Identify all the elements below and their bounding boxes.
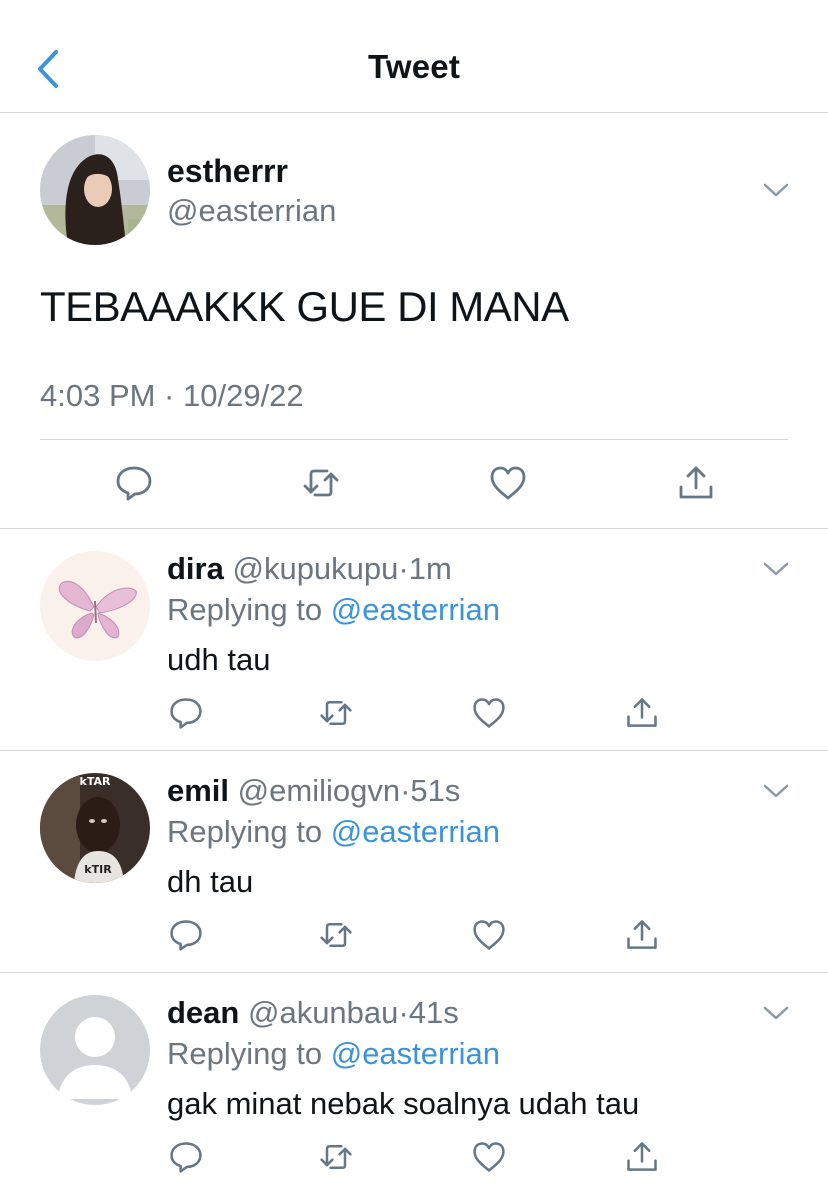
tweet-display-name[interactable]: estherrr [167, 153, 288, 190]
reply-header: emil @emiliogvn·51s [167, 773, 460, 809]
separator: · [400, 773, 411, 808]
reply-handle[interactable]: @kupukupu [232, 551, 398, 586]
share-icon[interactable] [624, 1139, 660, 1175]
reply-icon[interactable] [114, 463, 154, 503]
replying-to: Replying to @easterrian [167, 592, 500, 628]
avatar[interactable]: kTAR kTIR [40, 773, 150, 883]
reply-time: 41s [408, 995, 459, 1030]
reply-text: gak minat nebak soalnya udah tau [167, 1086, 640, 1121]
avatar[interactable] [40, 551, 150, 661]
reply-handle[interactable]: @emiliogvn [238, 773, 400, 808]
replying-to-link[interactable]: @easterrian [331, 814, 500, 849]
divider [40, 439, 788, 440]
share-icon[interactable] [676, 463, 716, 503]
page-title: Tweet [367, 48, 461, 85]
reply-display-name[interactable]: dira [167, 551, 224, 586]
reply-item[interactable]: dean @akunbau·41s Replying to @easterria… [0, 973, 828, 1190]
chevron-down-icon[interactable] [762, 181, 790, 199]
reply-display-name[interactable]: emil [167, 773, 229, 808]
separator: · [398, 995, 409, 1030]
like-icon[interactable] [471, 1139, 507, 1175]
reply-header: dira @kupukupu·1m [167, 551, 452, 587]
retweet-icon[interactable] [301, 463, 341, 503]
avatar-caption-bottom: kTIR [84, 863, 112, 876]
tweet-text: TEBAAAKKK GUE DI MANA [40, 283, 569, 330]
chevron-down-icon[interactable] [762, 560, 790, 578]
reply-icon[interactable] [168, 917, 204, 953]
replying-label: Replying to [167, 592, 323, 627]
like-icon[interactable] [471, 695, 507, 731]
reply-item[interactable]: dira @kupukupu·1m Replying to @easterria… [0, 529, 828, 751]
reply-text: dh tau [167, 864, 254, 899]
reply-item[interactable]: kTAR kTIR emil @emiliogvn·51s Replying t… [0, 751, 828, 973]
chevron-down-icon[interactable] [762, 1004, 790, 1022]
replying-to: Replying to @easterrian [167, 814, 500, 850]
replying-to-link[interactable]: @easterrian [331, 592, 500, 627]
share-icon[interactable] [624, 695, 660, 731]
retweet-icon[interactable] [318, 1139, 354, 1175]
replying-label: Replying to [167, 1036, 323, 1071]
chevron-down-icon[interactable] [762, 782, 790, 800]
separator: · [398, 551, 409, 586]
reply-text: udh tau [167, 642, 271, 677]
avatar[interactable] [40, 995, 150, 1105]
like-icon[interactable] [471, 917, 507, 953]
reply-time: 51s [410, 773, 461, 808]
replying-label: Replying to [167, 814, 323, 849]
reply-time: 1m [408, 551, 452, 586]
reply-icon[interactable] [168, 695, 204, 731]
reply-icon[interactable] [168, 1139, 204, 1175]
reply-header: dean @akunbau·41s [167, 995, 459, 1031]
avatar[interactable] [40, 135, 150, 245]
retweet-icon[interactable] [318, 917, 354, 953]
tweet-handle[interactable]: @easterrian [167, 193, 336, 229]
avatar-caption-top: kTAR [80, 775, 111, 788]
share-icon[interactable] [624, 917, 660, 953]
nav-header: Tweet [0, 0, 828, 113]
main-tweet: estherrr @easterrian TEBAAAKKK GUE DI MA… [0, 113, 828, 529]
replying-to: Replying to @easterrian [167, 1036, 500, 1072]
reply-display-name[interactable]: dean [167, 995, 239, 1030]
like-icon[interactable] [488, 463, 528, 503]
reply-handle[interactable]: @akunbau [248, 995, 398, 1030]
tweet-timestamp: 4:03 PM · 10/29/22 [40, 378, 304, 413]
replying-to-link[interactable]: @easterrian [331, 1036, 500, 1071]
retweet-icon[interactable] [318, 695, 354, 731]
